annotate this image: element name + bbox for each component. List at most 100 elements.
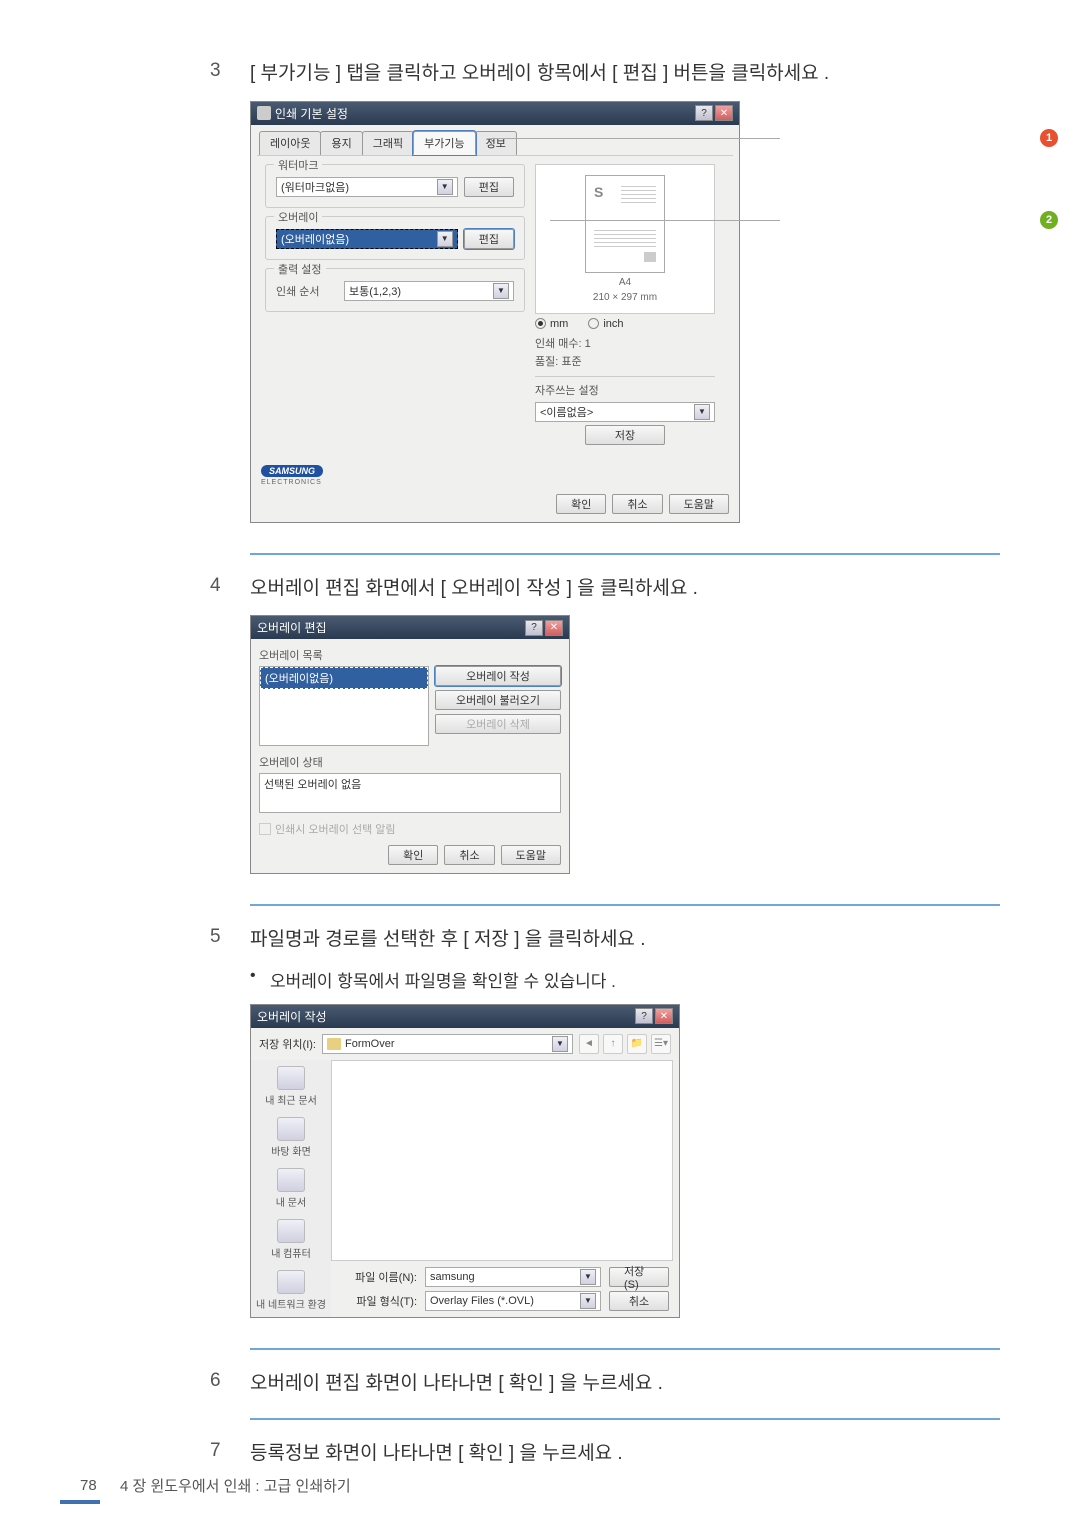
copies-info: 인쇄 매수: 1 [535, 334, 715, 352]
favorites-save-button[interactable]: 저장 [585, 425, 665, 445]
help-button[interactable]: 도움말 [669, 494, 729, 514]
overlay-status-box: 선택된 오버레이 없음 [259, 773, 561, 813]
footer-chapter: 4 장 윈도우에서 인쇄 : 고급 인쇄하기 [120, 1475, 351, 1496]
unit-inch-radio[interactable]: inch [588, 318, 623, 330]
callout-2: 2 [1040, 211, 1058, 229]
step-number: 6 [210, 1370, 250, 1392]
network-icon [277, 1270, 305, 1294]
page-preview: S A4 [535, 164, 715, 314]
dialog-title: 인쇄 기본 설정 [275, 105, 348, 122]
filetype-select[interactable]: Overlay Files (*.OVL) ▼ [425, 1291, 601, 1311]
ok-button[interactable]: 확인 [556, 494, 606, 514]
help-icon[interactable]: ? [695, 105, 713, 121]
help-icon[interactable]: ? [635, 1008, 653, 1024]
sidebar-recent[interactable]: 내 최근 문서 [265, 1066, 317, 1107]
close-icon[interactable]: ✕ [715, 105, 733, 121]
desktop-icon [277, 1117, 305, 1141]
tab-layout[interactable]: 레이아웃 [259, 131, 321, 155]
step-text: 오버레이 편집 화면에서 [ 오버레이 작성 ] 을 클릭하세요 . [250, 575, 698, 604]
ok-button[interactable]: 확인 [388, 845, 438, 865]
titlebar: 인쇄 기본 설정 ? ✕ [251, 102, 739, 125]
list-item[interactable]: (오버레이없음) [260, 667, 428, 689]
sidebar-computer[interactable]: 내 컴퓨터 [271, 1219, 311, 1260]
create-overlay-button[interactable]: 오버레이 작성 [435, 666, 561, 686]
print-order-label: 인쇄 순서 [276, 283, 336, 299]
cancel-button[interactable]: 취소 [444, 845, 494, 865]
filename-input[interactable]: samsung ▼ [425, 1267, 601, 1287]
step-text: 등록정보 화면이 나타나면 [ 확인 ] 을 누르세요 . [250, 1440, 623, 1469]
samsung-sub: ELECTRONICS [261, 479, 729, 486]
file-list-area[interactable] [331, 1060, 673, 1261]
recent-icon [277, 1066, 305, 1090]
save-button[interactable]: 저장(S) [609, 1267, 669, 1287]
output-group-label: 출력 설정 [274, 261, 326, 277]
view-icon[interactable]: ☰▾ [651, 1034, 671, 1054]
folder-icon [327, 1038, 341, 1050]
tab-about[interactable]: 정보 [475, 131, 517, 155]
chevron-down-icon: ▼ [437, 231, 453, 247]
print-order-select[interactable]: 보통(1,2,3) ▼ [344, 281, 514, 301]
titlebar: 오버레이 편집 ? ✕ [251, 616, 569, 639]
samsung-logo: SAMSUNG [261, 465, 323, 477]
tab-extras[interactable]: 부가기능 [413, 131, 475, 155]
sidebar-documents[interactable]: 내 문서 [276, 1168, 306, 1209]
close-icon[interactable]: ✕ [655, 1008, 673, 1024]
step-text: [ 부가기능 ] 탭을 클릭하고 오버레이 항목에서 [ 편집 ] 버튼을 클릭… [250, 60, 829, 89]
page-number: 78 [80, 1477, 120, 1494]
app-icon [257, 106, 271, 120]
places-sidebar: 내 최근 문서 바탕 화면 내 문서 내 컴퓨터 내 네트워크 환경 [251, 1060, 331, 1317]
save-in-label: 저장 위치(I): [259, 1036, 316, 1052]
print-preferences-dialog: 인쇄 기본 설정 ? ✕ 레이아웃 용지 그래픽 부가기능 정보 [250, 101, 740, 523]
overlay-group-label: 오버레이 [274, 209, 322, 225]
sub-step-text: 오버레이 항목에서 파일명을 확인할 수 있습니다 . [270, 967, 616, 992]
cancel-button[interactable]: 취소 [609, 1291, 669, 1311]
delete-overlay-button: 오버레이 삭제 [435, 714, 561, 734]
bullet-icon: • [250, 967, 270, 985]
chevron-down-icon: ▼ [552, 1036, 568, 1052]
tab-paper[interactable]: 용지 [320, 131, 362, 155]
chevron-down-icon: ▼ [580, 1269, 596, 1285]
overlay-edit-button[interactable]: 편집 [464, 229, 514, 249]
sidebar-network[interactable]: 내 네트워크 환경 [256, 1270, 326, 1311]
overlay-listbox[interactable]: (오버레이없음) [259, 666, 429, 746]
filename-label: 파일 이름(N): [341, 1269, 417, 1285]
save-as-dialog: 오버레이 작성 ? ✕ 저장 위치(I): FormOver ▼ ◄ [250, 1004, 680, 1318]
new-folder-icon[interactable]: 📁 [627, 1034, 647, 1054]
chevron-down-icon: ▼ [437, 179, 453, 195]
callout-1: 1 [1040, 129, 1058, 147]
step-text: 오버레이 편집 화면이 나타나면 [ 확인 ] 을 누르세요 . [250, 1370, 663, 1399]
overlay-edit-dialog: 오버레이 편집 ? ✕ 오버레이 목록 (오버레이없음) [250, 615, 570, 874]
step-number: 5 [210, 926, 250, 948]
chevron-down-icon: ▼ [580, 1293, 596, 1309]
step-number: 7 [210, 1440, 250, 1462]
load-overlay-button[interactable]: 오버레이 불러오기 [435, 690, 561, 710]
cancel-button[interactable]: 취소 [612, 494, 662, 514]
step-text: 파일명과 경로를 선택한 후 [ 저장 ] 을 클릭하세요 . [250, 926, 645, 955]
unit-mm-radio[interactable]: mm [535, 318, 568, 330]
favorites-select[interactable]: <이름없음> ▼ [535, 402, 715, 422]
watermark-group-label: 워터마크 [274, 157, 322, 173]
quality-info: 품질: 표준 [535, 352, 715, 370]
watermark-edit-button[interactable]: 편집 [464, 177, 514, 197]
help-button[interactable]: 도움말 [501, 845, 561, 865]
overlay-select[interactable]: (오버레이없음) ▼ [276, 229, 458, 249]
dialog-title: 오버레이 편집 [257, 619, 327, 636]
paper-size-label: A4 [619, 277, 631, 288]
confirm-checkbox [259, 823, 271, 835]
watermark-select[interactable]: (워터마크없음) ▼ [276, 177, 458, 197]
footer-accent [60, 1500, 100, 1504]
save-location-select[interactable]: FormOver ▼ [322, 1034, 573, 1054]
filetype-label: 파일 형식(T): [341, 1293, 417, 1309]
confirm-checkbox-label: 인쇄시 오버레이 선택 알림 [275, 821, 396, 837]
sidebar-desktop[interactable]: 바탕 화면 [271, 1117, 311, 1158]
documents-icon [277, 1168, 305, 1192]
overlay-status-label: 오버레이 상태 [259, 754, 561, 770]
step-number: 4 [210, 575, 250, 597]
up-icon[interactable]: ↑ [603, 1034, 623, 1054]
help-icon[interactable]: ? [525, 620, 543, 636]
back-icon[interactable]: ◄ [579, 1034, 599, 1054]
close-icon[interactable]: ✕ [545, 620, 563, 636]
tab-graphics[interactable]: 그래픽 [362, 131, 414, 155]
paper-dim-label: 210 × 297 mm [593, 292, 657, 303]
overlay-list-label: 오버레이 목록 [259, 647, 561, 663]
